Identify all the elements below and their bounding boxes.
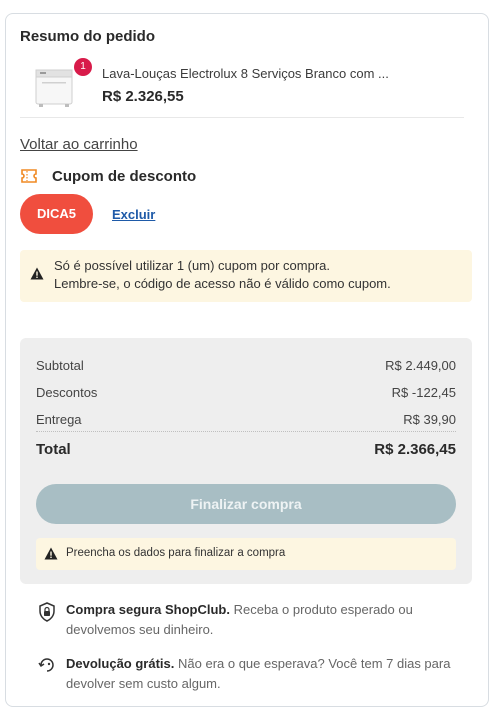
ticket-icon	[20, 168, 38, 189]
coupon-warning: Só é possível utilizar 1 (um) cupom por …	[20, 250, 472, 302]
secure-purchase-text: Compra segura ShopClub. Receba o produto…	[66, 600, 466, 640]
total-value: R$ 2.366,45	[374, 441, 456, 458]
applied-coupon-chip[interactable]: DICA5	[20, 194, 93, 234]
quantity-badge: 1	[74, 58, 92, 76]
subtotal-value: R$ 2.449,00	[385, 358, 456, 373]
cart-item: 1 Lava-Louças Electrolux 8 Serviços Bran…	[20, 58, 464, 118]
product-name[interactable]: Lava-Louças Electrolux 8 Serviços Branco…	[102, 66, 452, 81]
shield-lock-icon	[38, 602, 56, 627]
discount-label: Descontos	[36, 385, 98, 400]
warning-icon	[30, 267, 44, 285]
coupon-warning-line-2: Lembre-se, o código de acesso não é váli…	[54, 276, 391, 291]
return-tag-icon	[38, 656, 56, 679]
free-return-text: Devolução grátis. Não era o que esperava…	[66, 654, 466, 694]
checkout-notice: Preencha os dados para finalizar a compr…	[36, 538, 456, 570]
secure-purchase-title: Compra segura ShopClub.	[66, 602, 230, 617]
remove-coupon-link[interactable]: Excluir	[112, 207, 155, 222]
discount-value: R$ -122,45	[391, 385, 456, 400]
totals-divider	[36, 431, 456, 432]
totals-panel: Subtotal R$ 2.449,00 Descontos R$ -122,4…	[20, 338, 472, 584]
subtotal-label: Subtotal	[36, 358, 84, 373]
finish-purchase-button[interactable]: Finalizar compra	[36, 484, 456, 524]
shipping-value: R$ 39,90	[403, 412, 456, 427]
product-price: R$ 2.326,55	[102, 88, 184, 105]
shipping-label: Entrega	[36, 412, 82, 427]
warning-icon	[44, 547, 58, 565]
checkout-notice-text: Preencha os dados para finalizar a compr…	[66, 547, 286, 559]
free-return-title: Devolução grátis.	[66, 656, 175, 671]
order-summary-title: Resumo do pedido	[20, 28, 155, 45]
coupon-title: Cupom de desconto	[52, 168, 197, 185]
back-to-cart-link[interactable]: Voltar ao carrinho	[20, 136, 138, 153]
total-label: Total	[36, 441, 71, 458]
coupon-warning-line-1: Só é possível utilizar 1 (um) cupom por …	[54, 258, 330, 273]
order-summary-card: Resumo do pedido 1 Lava-Louças Electrolu…	[5, 13, 489, 707]
